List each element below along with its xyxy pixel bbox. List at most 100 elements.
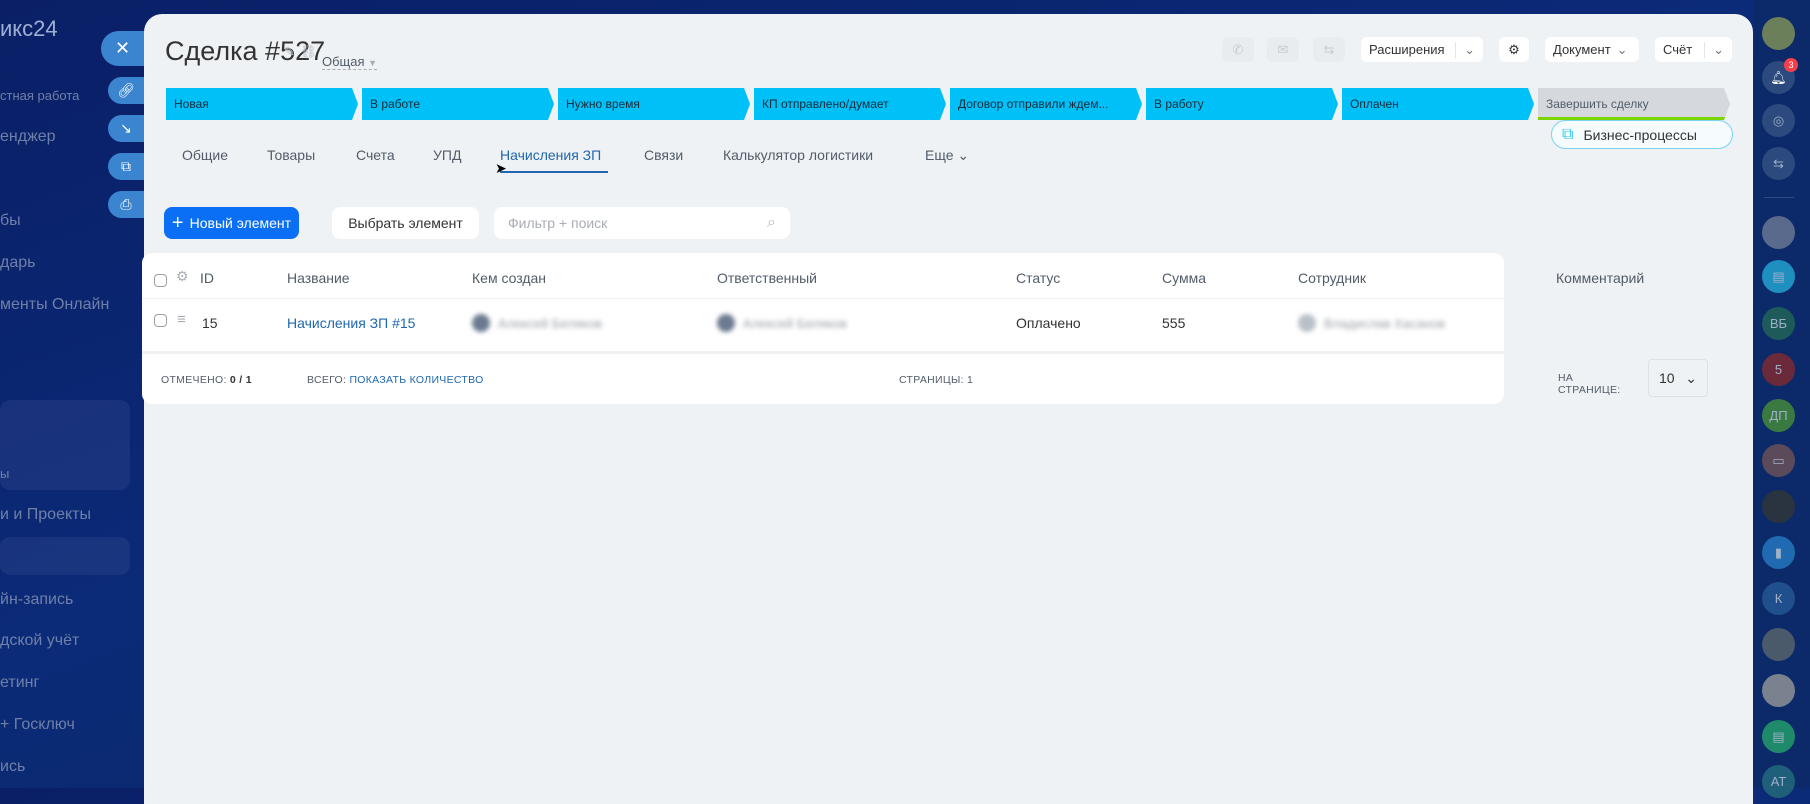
stage-offer-sent[interactable]: КП отправлено/думает — [754, 88, 946, 120]
select-all-checkbox[interactable] — [154, 274, 167, 287]
filter-search-input[interactable]: Фильтр + поиск ⌕ — [494, 207, 790, 239]
business-processes-button[interactable]: ⧉ Бизнес-процессы — [1551, 120, 1733, 149]
stage-to-work[interactable]: В работу — [1146, 88, 1338, 120]
pages-value: 1 — [966, 374, 974, 386]
show-count-link[interactable]: ПОКАЗАТЬ КОЛИЧЕСТВО — [349, 374, 483, 386]
open-new-window-button[interactable]: ⧉ — [108, 153, 144, 180]
nav-item[interactable]: дской учёт — [0, 632, 79, 650]
checked-label: ОТМЕЧЕНО: — [161, 374, 227, 386]
search-icon[interactable]: ⌕ — [767, 214, 776, 232]
per-page-value: 10 — [1659, 370, 1675, 386]
contact-avatar[interactable]: ВБ — [1762, 307, 1795, 340]
nav-item[interactable]: стная работа — [0, 88, 79, 103]
plus-icon: + — [171, 211, 184, 234]
chevron-down-icon[interactable]: ⌄ — [1455, 41, 1475, 58]
column-header-name[interactable]: Название — [287, 270, 350, 286]
tab-products[interactable]: Товары — [267, 147, 315, 163]
tab-more[interactable]: Еще ⌄ — [925, 147, 969, 164]
printer-icon: ⎙ — [120, 196, 132, 212]
nav-item[interactable]: и и Проекты — [0, 506, 91, 524]
divider — [1764, 197, 1794, 198]
cell-id: 15 — [202, 315, 218, 331]
close-slider-button[interactable]: ✕ — [101, 31, 144, 66]
document-label: Документ — [1553, 42, 1611, 57]
tab-salary[interactable]: Начисления ЗП — [500, 147, 601, 163]
user-avatar[interactable] — [1762, 17, 1795, 50]
nav-item[interactable]: менты Онлайн — [0, 296, 109, 314]
link-icon[interactable]: ⛓ — [300, 44, 317, 60]
tab-invoices[interactable]: Счета — [356, 147, 395, 163]
tab-logistics-calculator[interactable]: Калькулятор логистики — [723, 147, 873, 163]
nav-item[interactable]: ись — [0, 758, 25, 776]
contact-avatar[interactable]: К — [1762, 582, 1795, 615]
nav-item[interactable]: дарь — [0, 254, 35, 272]
nav-item[interactable]: + Госключ — [0, 716, 75, 734]
row-checkbox[interactable] — [154, 314, 167, 327]
chevron-down-icon: ⌄ — [1616, 41, 1628, 57]
extensions-button[interactable]: Расширения ⌄ — [1361, 37, 1483, 62]
chevron-down-icon[interactable]: ⌄ — [1704, 41, 1724, 58]
email-button[interactable]: ✉ — [1267, 37, 1299, 62]
print-button[interactable]: ⎙ — [108, 191, 144, 218]
category-label: Общая — [322, 54, 365, 69]
user-name: Владислав Хасанов — [1324, 315, 1446, 331]
nav-item[interactable]: енджер — [0, 128, 56, 146]
select-element-button[interactable]: Выбрать элемент — [332, 207, 479, 239]
per-page-select[interactable]: 10 ⌄ — [1648, 359, 1708, 397]
column-header-id[interactable]: ID — [200, 270, 214, 286]
contact-avatar[interactable]: 5 — [1762, 353, 1795, 386]
contact-avatar[interactable] — [1762, 216, 1795, 249]
copilot-button[interactable]: ◎ — [1762, 104, 1795, 137]
stage-finish-deal[interactable]: Завершить сделку — [1538, 88, 1730, 120]
general-chat-avatar[interactable]: ▤ — [1762, 260, 1795, 293]
nav-item[interactable]: ы — [0, 466, 9, 481]
open-lines-button[interactable]: ⇆ — [1762, 147, 1795, 180]
tab-upd[interactable]: УПД — [433, 147, 461, 163]
call-button[interactable]: ✆ — [1222, 37, 1254, 62]
contact-card-icon[interactable]: ▭ — [1762, 444, 1795, 477]
contact-avatar[interactable] — [1762, 674, 1795, 707]
tab-links[interactable]: Связи — [644, 147, 683, 163]
stage-contract-sent[interactable]: Договор отправили ждем... — [950, 88, 1142, 120]
column-header-sum[interactable]: Сумма — [1162, 270, 1206, 286]
cell-employee[interactable]: Владислав Хасанов — [1298, 314, 1445, 332]
contact-avatar[interactable] — [1762, 490, 1795, 523]
nav-item[interactable]: бы — [0, 212, 21, 230]
nav-item[interactable]: етинг — [0, 674, 39, 692]
contact-avatar[interactable]: ДП — [1762, 399, 1795, 432]
news-icon[interactable]: ▤ — [1762, 720, 1795, 753]
gear-icon[interactable]: ⚙ — [176, 268, 189, 285]
bookmark-icon[interactable]: ▮ — [1762, 536, 1795, 569]
invoice-button[interactable]: Счёт ⌄ — [1655, 37, 1732, 62]
stage-new[interactable]: Новая — [166, 88, 358, 120]
column-header-comment[interactable]: Комментарий — [1556, 270, 1644, 286]
category-select[interactable]: Общая ▼ — [322, 54, 378, 70]
column-header-responsible[interactable]: Ответственный — [717, 270, 817, 286]
nav-active-item[interactable] — [0, 537, 130, 575]
column-header-status[interactable]: Статус — [1016, 270, 1060, 286]
cell-responsible[interactable]: Алексей Беляков — [717, 314, 847, 332]
column-header-employee[interactable]: Сотрудник — [1298, 270, 1366, 286]
copy-link-button[interactable]: 🔗︎ — [108, 77, 144, 104]
stage-paid[interactable]: Оплачен — [1342, 88, 1534, 120]
row-menu-icon[interactable]: ≡ — [177, 311, 186, 328]
cell-created-by[interactable]: Алексей Беляков — [472, 314, 602, 332]
notifications-badge: 3 — [1784, 58, 1798, 72]
nav-item[interactable]: йн-запись — [0, 591, 73, 609]
contact-avatar[interactable] — [1762, 628, 1795, 661]
search-placeholder: Фильтр + поиск — [508, 215, 608, 231]
external-link-icon: ⧉ — [121, 158, 131, 174]
new-element-button[interactable]: + Новый элемент — [164, 207, 299, 239]
chat-button[interactable]: ⇆ — [1313, 37, 1345, 62]
minimize-button[interactable]: ↘ — [108, 115, 144, 142]
tab-general[interactable]: Общие — [182, 147, 228, 163]
contact-avatar[interactable]: АТ — [1762, 765, 1795, 798]
table-row[interactable]: ≡ 15 Начисления ЗП #15 Алексей Беляков А… — [142, 299, 1504, 351]
stage-in-progress[interactable]: В работе — [362, 88, 554, 120]
column-header-created-by[interactable]: Кем создан — [472, 270, 546, 286]
cell-name-link[interactable]: Начисления ЗП #15 — [287, 315, 415, 331]
stage-need-time[interactable]: Нужно время — [558, 88, 750, 120]
settings-button[interactable]: ⚙ — [1499, 37, 1529, 62]
document-button[interactable]: Документ ⌄ — [1545, 37, 1639, 62]
edit-icon[interactable]: ✎ — [284, 44, 295, 60]
